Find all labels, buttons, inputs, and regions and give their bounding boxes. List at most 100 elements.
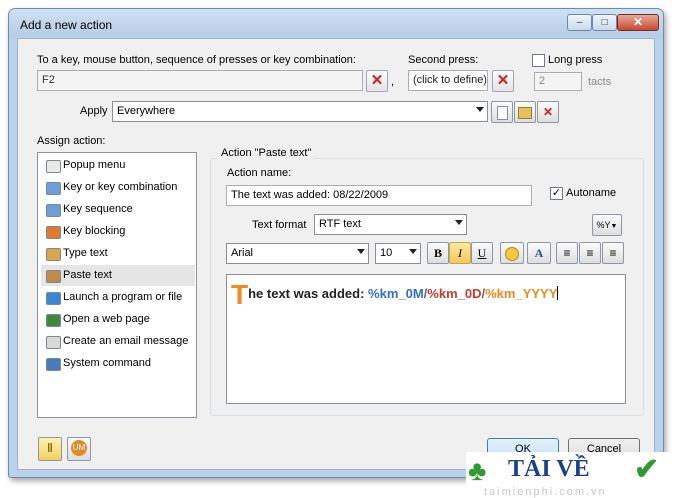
insert-macro-button[interactable]: %Y▼ bbox=[592, 214, 622, 236]
clear-second-press-button[interactable]: ✕ bbox=[492, 70, 514, 92]
smiley-icon bbox=[505, 247, 519, 261]
text-color-button[interactable]: A bbox=[527, 242, 551, 264]
action-type-item[interactable]: Key blocking bbox=[41, 221, 195, 242]
chevron-down-icon bbox=[476, 107, 484, 112]
font-size-value: 10 bbox=[380, 247, 393, 259]
key-sequence-icon bbox=[46, 204, 61, 217]
assign-action-label: Assign action: bbox=[37, 135, 106, 147]
chevron-down-icon: ▼ bbox=[610, 223, 618, 230]
pause-button[interactable]: ‖ bbox=[38, 437, 62, 461]
watermark-text: TẢI VỀ bbox=[508, 456, 590, 482]
action-type-item[interactable]: System command bbox=[41, 353, 195, 374]
action-type-label: Launch a program or file bbox=[63, 291, 183, 303]
action-type-item[interactable]: Launch a program or file bbox=[41, 287, 195, 308]
autoname-checkbox[interactable]: ✓ bbox=[550, 187, 563, 200]
launch-program-icon bbox=[46, 292, 61, 305]
apply-label: Apply bbox=[80, 105, 108, 117]
close-button[interactable]: ✕ bbox=[617, 14, 659, 31]
maximize-button[interactable]: □ bbox=[592, 14, 617, 31]
font-dropdown[interactable]: Arial bbox=[226, 243, 369, 264]
watermark-logo: ♣ TẢI VỀ ✔ taimienphi.com.vn bbox=[466, 452, 678, 498]
chevron-down-icon bbox=[357, 249, 365, 254]
align-center-button[interactable]: ≡ bbox=[579, 242, 601, 264]
pause-icon: ‖ bbox=[47, 441, 53, 455]
type-text-icon bbox=[46, 248, 61, 261]
emoticon-button[interactable] bbox=[500, 242, 524, 264]
macro-label: %Y bbox=[596, 220, 611, 230]
text-cursor bbox=[557, 286, 559, 300]
new-profile-button[interactable] bbox=[491, 101, 513, 123]
new-document-icon bbox=[496, 106, 508, 120]
clear-x-icon: ✕ bbox=[370, 72, 384, 89]
action-name-label: Action name: bbox=[227, 167, 292, 179]
action-type-label: System command bbox=[63, 357, 152, 369]
long-press-checkbox[interactable] bbox=[532, 54, 545, 67]
rich-text-editor[interactable]: The text was added: %km_0M/%km_0D/%km_YY… bbox=[226, 274, 626, 404]
text-format-dropdown[interactable]: RTF text bbox=[314, 214, 467, 235]
action-type-label: Key blocking bbox=[63, 225, 126, 237]
paste-text-icon bbox=[46, 270, 61, 283]
clear-hotkey-button[interactable]: ✕ bbox=[366, 70, 388, 92]
window-title: Add a new action bbox=[20, 18, 113, 32]
action-type-item[interactable]: Key or key combination bbox=[41, 177, 195, 198]
action-type-item[interactable]: Open a web page bbox=[41, 309, 195, 330]
text-format-label: Text format bbox=[252, 219, 307, 231]
action-name-input[interactable]: The text was added: 08/22/2009 bbox=[226, 185, 532, 206]
check-mark-icon: ✓ bbox=[551, 187, 562, 199]
clover-icon: ♣ bbox=[468, 455, 487, 486]
action-type-label: Key sequence bbox=[63, 203, 133, 215]
macro-day: %km_0D bbox=[427, 286, 482, 301]
hotkey-field[interactable]: F2 bbox=[37, 70, 363, 91]
action-type-item[interactable]: Popup menu bbox=[41, 155, 195, 176]
underline-button[interactable]: U bbox=[471, 242, 493, 264]
action-group-title: Action "Paste text" bbox=[218, 147, 315, 159]
font-size-dropdown[interactable]: 10 bbox=[375, 243, 421, 264]
keyboard-icon bbox=[46, 182, 61, 195]
minimize-icon: – bbox=[576, 17, 583, 28]
action-type-label: Key or key combination bbox=[63, 181, 178, 193]
chevron-down-icon bbox=[409, 249, 417, 254]
second-press-label: Second press: bbox=[408, 54, 479, 66]
comma-separator: , bbox=[391, 76, 395, 88]
action-type-label: Popup menu bbox=[63, 159, 126, 171]
close-icon: ✕ bbox=[632, 15, 644, 29]
tacts-value: 2 bbox=[539, 75, 546, 87]
apply-dropdown[interactable]: Everywhere bbox=[112, 101, 488, 122]
align-center-icon: ≡ bbox=[586, 246, 594, 260]
delete-profile-button[interactable]: ✕ bbox=[537, 101, 559, 123]
macro-year: %km_YYYY bbox=[485, 286, 558, 301]
popup-menu-icon bbox=[46, 160, 61, 173]
action-type-item[interactable]: Create an email message bbox=[41, 331, 195, 352]
edit-icon bbox=[518, 107, 532, 119]
action-type-item[interactable]: Paste text bbox=[41, 265, 195, 286]
align-left-button[interactable]: ≡ bbox=[556, 242, 578, 264]
clear-x-icon: ✕ bbox=[496, 72, 510, 89]
delete-x-icon: ✕ bbox=[542, 105, 554, 119]
system-command-icon bbox=[46, 358, 61, 371]
key-blocking-icon bbox=[46, 226, 61, 239]
action-type-item[interactable]: Key sequence bbox=[41, 199, 195, 220]
drop-cap-letter: T bbox=[231, 279, 249, 310]
action-type-item[interactable]: Type text bbox=[41, 243, 195, 264]
bold-button[interactable]: B bbox=[427, 242, 449, 264]
action-type-list[interactable]: Popup menu Key or key combination Key sequ… bbox=[37, 152, 197, 418]
web-page-icon bbox=[46, 314, 61, 327]
edit-profile-button[interactable] bbox=[514, 101, 536, 123]
editor-plain-text: he text was added: bbox=[248, 286, 369, 301]
action-type-label: Create an email message bbox=[63, 335, 189, 347]
apply-value: Everywhere bbox=[117, 105, 176, 117]
tacts-spinner[interactable]: 2 bbox=[534, 72, 582, 91]
align-right-button[interactable]: ≡ bbox=[602, 242, 624, 264]
minimize-button[interactable]: – bbox=[567, 14, 592, 31]
italic-button[interactable]: I bbox=[449, 242, 471, 264]
watermark-subtext: taimienphi.com.vn bbox=[484, 486, 607, 498]
action-type-label: Type text bbox=[63, 247, 108, 259]
maximize-icon: □ bbox=[601, 17, 608, 28]
long-press-label: Long press bbox=[548, 54, 603, 66]
second-press-field[interactable]: (click to define) bbox=[408, 70, 488, 91]
font-value: Arial bbox=[231, 247, 254, 259]
um-button[interactable]: UM bbox=[67, 437, 91, 461]
email-icon bbox=[46, 336, 61, 349]
align-right-icon: ≡ bbox=[609, 246, 617, 260]
text-format-value: RTF text bbox=[319, 218, 361, 230]
